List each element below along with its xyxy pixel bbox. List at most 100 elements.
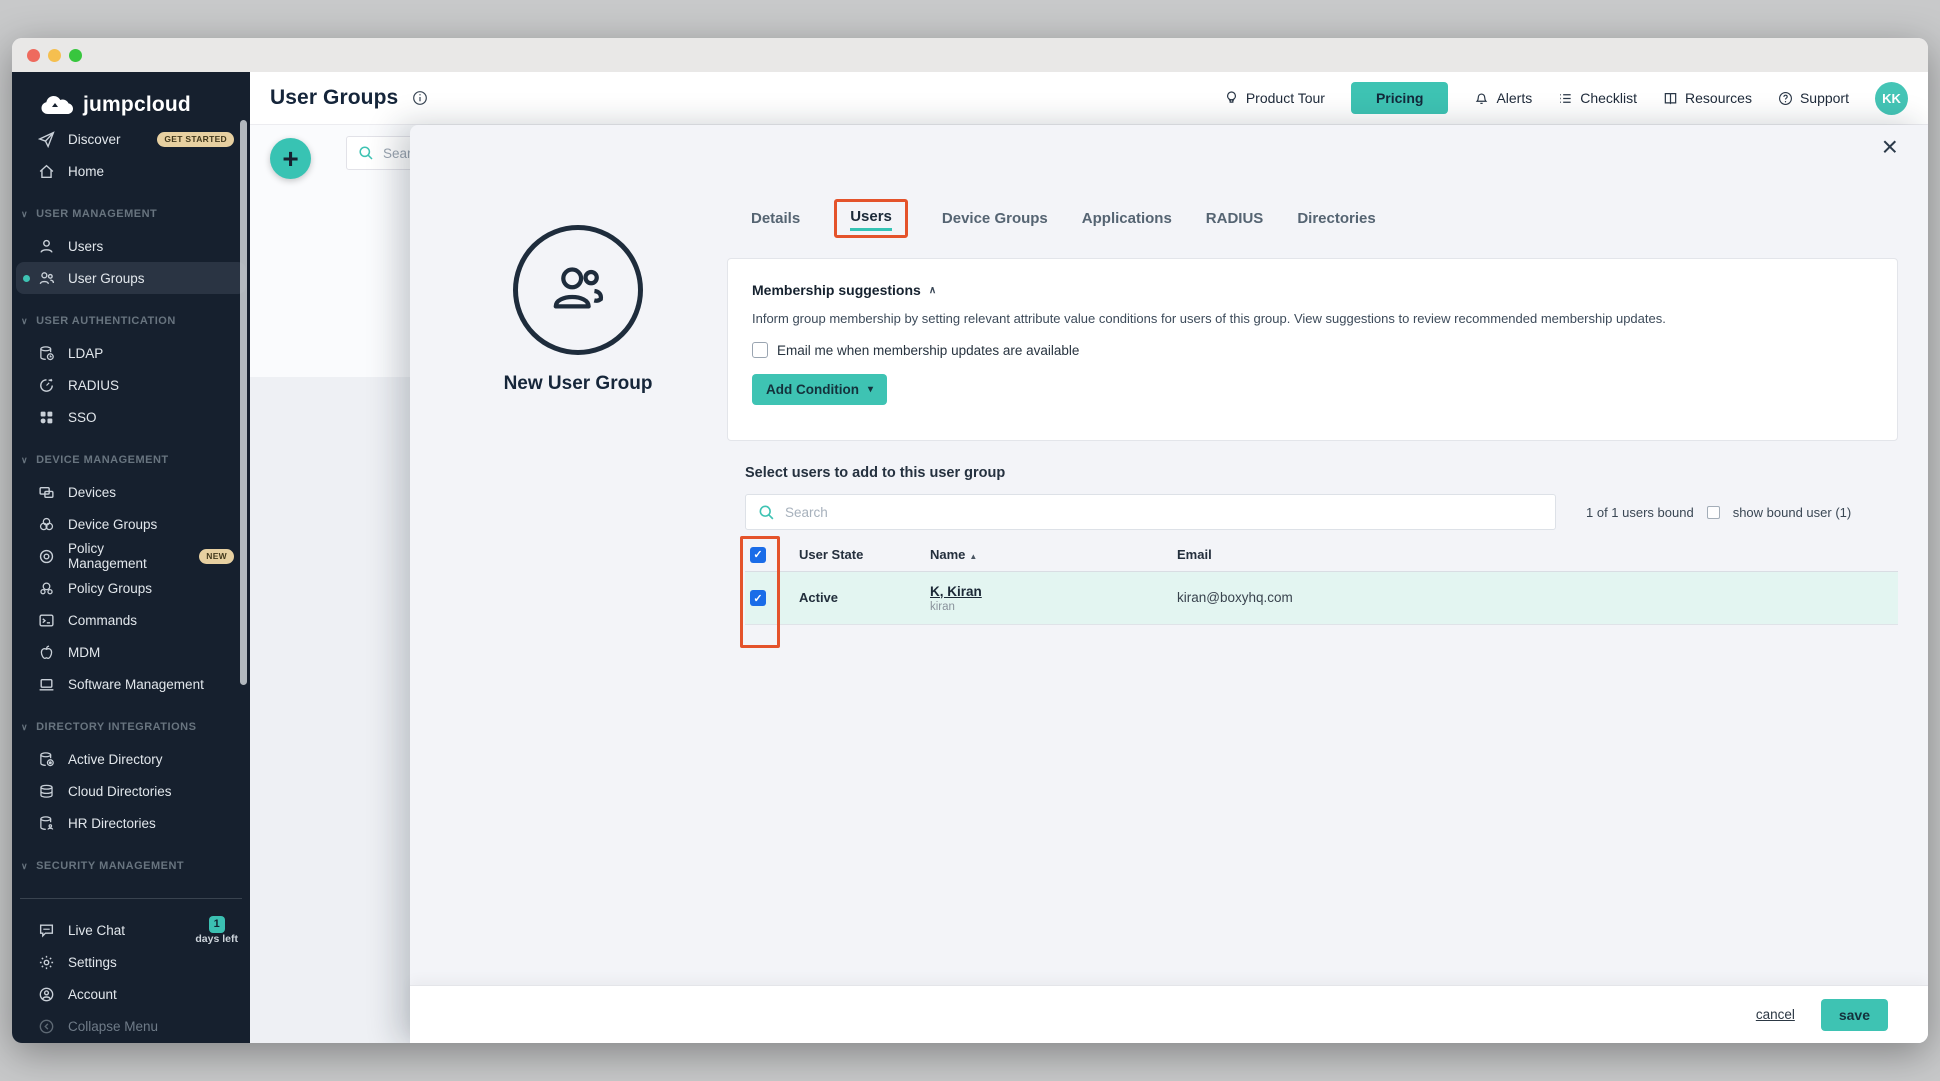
zoom-window-button[interactable]: [69, 49, 82, 62]
sidebar-section-device-management[interactable]: ∨ DEVICE MANAGEMENT: [12, 444, 250, 476]
save-button[interactable]: save: [1821, 999, 1888, 1031]
header-actions: Product Tour Pricing Alerts Checklist Re…: [1224, 82, 1928, 115]
sidebar-item-software-management[interactable]: Software Management: [12, 668, 250, 700]
tab-radius[interactable]: RADIUS: [1206, 210, 1264, 227]
sidebar-item-label: Home: [68, 164, 104, 179]
sidebar-section-user-management[interactable]: ∨ USER MANAGEMENT: [12, 198, 250, 230]
email-updates-checkbox[interactable]: [752, 342, 768, 358]
chevron-up-icon: ∧: [929, 285, 936, 296]
sidebar-item-sso[interactable]: SSO: [12, 401, 250, 433]
bound-users-summary: 1 of 1 users bound: [1586, 505, 1694, 520]
sidebar-item-mdm[interactable]: MDM: [12, 636, 250, 668]
close-icon[interactable]: ×: [1882, 133, 1898, 161]
sidebar-item-label: Account: [68, 987, 117, 1002]
sidebar-section-user-authentication[interactable]: ∨ USER AUTHENTICATION: [12, 305, 250, 337]
annotation-box-users-tab: Users: [834, 199, 908, 238]
sidebar-item-cloud-directories[interactable]: Cloud Directories: [12, 775, 250, 807]
row-checkbox[interactable]: ✓: [750, 590, 766, 606]
minimize-window-button[interactable]: [48, 49, 61, 62]
tab-users[interactable]: Users: [850, 208, 892, 225]
select-all-checkbox[interactable]: ✓: [750, 547, 766, 563]
sidebar-item-collapse-menu[interactable]: Collapse Menu: [12, 1010, 250, 1042]
sidebar-section-security-management[interactable]: ∨ SECURITY MANAGEMENT: [12, 850, 250, 882]
select-users-heading: Select users to add to this user group: [745, 465, 1005, 481]
sidebar-item-label: Commands: [68, 613, 137, 628]
sidebar-item-commands[interactable]: Commands: [12, 604, 250, 636]
sidebar-item-radius[interactable]: RADIUS: [12, 369, 250, 401]
rocket-icon: [38, 131, 55, 148]
sidebar-item-policy-groups[interactable]: Policy Groups: [12, 572, 250, 604]
sidebar-item-settings[interactable]: Settings: [12, 946, 250, 978]
membership-suggestions-card: Membership suggestions ∧ Inform group me…: [727, 258, 1898, 441]
sidebar-item-account[interactable]: Account: [12, 978, 250, 1010]
table-row[interactable]: ✓ Active K, Kiran kiran kiran@boxyhq.com: [745, 572, 1898, 625]
user-name-link[interactable]: K, Kiran: [930, 584, 1177, 599]
user-state-cell: Active: [799, 589, 930, 607]
sidebar-section-directory-integrations[interactable]: ∨ DIRECTORY INTEGRATIONS: [12, 711, 250, 743]
sidebar-item-label: Cloud Directories: [68, 784, 172, 799]
sidebar-item-discover[interactable]: Discover GET STARTED: [12, 123, 250, 155]
apple-icon: [38, 644, 55, 661]
sidebar-item-hr-directories[interactable]: HR Directories: [12, 807, 250, 839]
sidebar-item-active-directory[interactable]: Active Directory: [12, 743, 250, 775]
sso-grid-icon: [38, 409, 55, 426]
sidebar-item-label: Policy Management: [68, 541, 186, 571]
devices-icon: [38, 484, 55, 501]
column-email: Email: [1177, 547, 1898, 562]
sidebar-item-label: LDAP: [68, 346, 103, 361]
show-bound-user-checkbox[interactable]: [1707, 506, 1720, 519]
sidebar-item-label: SSO: [68, 410, 97, 425]
sidebar-item-label: Software Management: [68, 677, 204, 692]
balloon-icon: [1224, 90, 1239, 106]
sidebar-item-live-chat[interactable]: Live Chat 1 days left: [12, 914, 250, 946]
sort-asc-icon: ▲: [969, 552, 977, 561]
active-directory-icon: [38, 751, 55, 768]
sidebar-item-device-groups[interactable]: Device Groups: [12, 508, 250, 540]
collapse-arrow-icon: [38, 1018, 55, 1035]
tab-directories[interactable]: Directories: [1297, 210, 1375, 227]
cancel-button[interactable]: cancel: [1756, 1007, 1795, 1022]
sidebar-item-devices[interactable]: Devices: [12, 476, 250, 508]
pricing-button[interactable]: Pricing: [1351, 82, 1448, 114]
user-email-cell: kiran@boxyhq.com: [1177, 589, 1898, 607]
jumpcloud-logo-text: jumpcloud: [83, 93, 191, 117]
user-name-cell: K, Kiran kiran: [930, 584, 1177, 613]
tab-details[interactable]: Details: [751, 210, 800, 227]
user-search-box: [745, 494, 1556, 530]
row-select-cell: ✓: [745, 590, 799, 606]
resources-button[interactable]: Resources: [1663, 90, 1752, 106]
checklist-button[interactable]: Checklist: [1558, 90, 1637, 106]
membership-suggestions-toggle[interactable]: Membership suggestions ∧: [752, 282, 1873, 298]
sidebar: jumpcloud Discover GET STARTED Home ∨ US…: [12, 72, 250, 1043]
trial-days-badge: 1: [209, 916, 225, 933]
sidebar-footer: Live Chat 1 days left Settings Account: [12, 914, 250, 1042]
sidebar-item-label: Policy Groups: [68, 581, 152, 596]
policy-target-icon: [38, 548, 55, 565]
radius-icon: [38, 377, 55, 394]
user-avatar[interactable]: KK: [1875, 82, 1908, 115]
add-condition-button[interactable]: Add Condition ▾: [752, 374, 887, 405]
sidebar-item-label: Live Chat: [68, 923, 125, 938]
tab-applications[interactable]: Applications: [1082, 210, 1172, 227]
add-user-group-button[interactable]: +: [270, 138, 311, 179]
sidebar-item-policy-management[interactable]: Policy Management NEW: [12, 540, 250, 572]
support-button[interactable]: Support: [1778, 90, 1849, 106]
product-tour-button[interactable]: Product Tour: [1224, 90, 1325, 106]
column-name[interactable]: Name▲: [930, 547, 1177, 562]
alerts-button[interactable]: Alerts: [1474, 90, 1532, 106]
sidebar-item-ldap[interactable]: LDAP: [12, 337, 250, 369]
new-user-group-panel: × New User Group Details Users Device Gr…: [410, 125, 1928, 1043]
user-search-input[interactable]: [785, 505, 1485, 520]
info-icon[interactable]: [412, 90, 428, 106]
search-icon: [758, 504, 775, 521]
sidebar-item-label: Active Directory: [68, 752, 163, 767]
chevron-down-icon: ▾: [868, 384, 873, 395]
sidebar-item-user-groups[interactable]: User Groups: [16, 262, 246, 294]
tab-device-groups[interactable]: Device Groups: [942, 210, 1048, 227]
sidebar-item-users[interactable]: Users: [12, 230, 250, 262]
bound-users-row: 1 of 1 users bound show bound user (1): [1586, 494, 1851, 530]
sidebar-item-home[interactable]: Home: [12, 155, 250, 187]
sidebar-item-label: Device Groups: [68, 517, 157, 532]
close-window-button[interactable]: [27, 49, 40, 62]
sidebar-scrollbar[interactable]: [240, 120, 247, 685]
